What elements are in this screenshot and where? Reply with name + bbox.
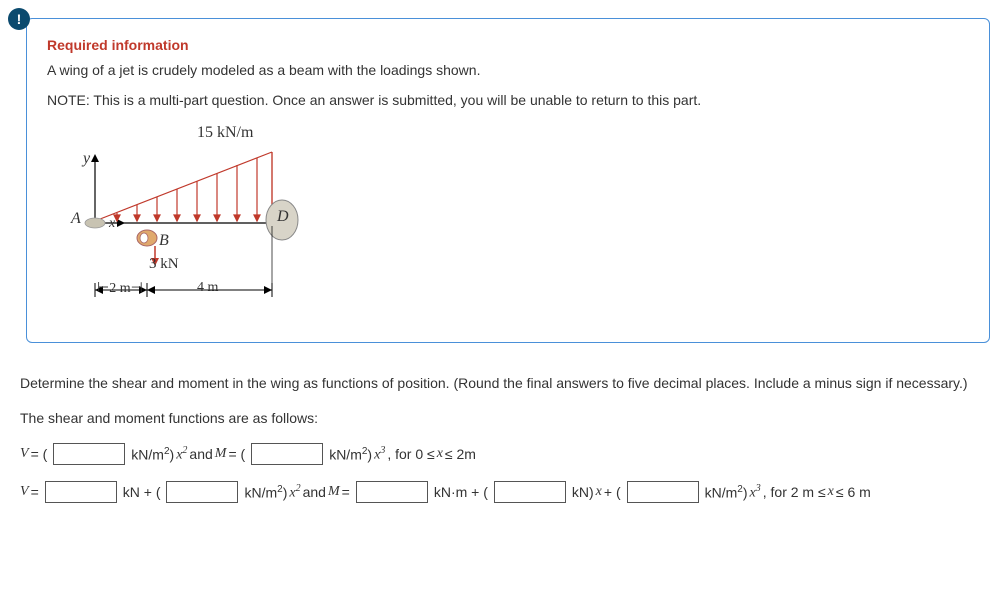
question-prompt: Determine the shear and moment in the wi… bbox=[20, 373, 988, 394]
equation-row-1: V = ( kN/m2) x2 and M = ( kN/m2) x3 , fo… bbox=[20, 443, 988, 465]
point-a-label: A bbox=[71, 210, 81, 228]
text-eqopen2-1: = ( bbox=[228, 446, 245, 462]
dim1-value: 2 m bbox=[109, 281, 130, 296]
range-x-1: x bbox=[437, 446, 443, 462]
question-intro: The shear and moment functions are as fo… bbox=[20, 408, 988, 429]
range-1a: , for 0 ≤ bbox=[387, 446, 434, 462]
axis-x-label: x bbox=[109, 216, 115, 232]
range-2b: ≤ 6 m bbox=[836, 484, 871, 500]
load-label: 15 kN/m bbox=[197, 124, 253, 142]
range-2a: , for 2 m ≤ bbox=[763, 484, 826, 500]
input-m1-coef[interactable] bbox=[251, 443, 323, 465]
var-v-2: V bbox=[20, 484, 29, 500]
var-x3-1: x3 bbox=[374, 445, 385, 464]
unit-knm2-2b: kN/m2) bbox=[705, 484, 748, 501]
var-x-2: x bbox=[596, 484, 602, 500]
input-m2-lin[interactable] bbox=[494, 481, 566, 503]
text-knm-2: kN·m + ( bbox=[434, 484, 488, 500]
range-1b: ≤ 2m bbox=[445, 446, 476, 462]
beam-figure: 15 kN/m y A D B x 3 kN ⊢2 m⊣ 4 m bbox=[77, 128, 307, 318]
force-label: 3 kN bbox=[149, 256, 179, 273]
var-x2-2: x2 bbox=[289, 483, 300, 502]
range-x-2: x bbox=[828, 484, 834, 500]
point-d-label: D bbox=[277, 208, 289, 226]
var-x2-1: x2 bbox=[176, 445, 187, 464]
input-v1-coef[interactable] bbox=[53, 443, 125, 465]
required-text-2: NOTE: This is a multi-part question. Onc… bbox=[47, 91, 969, 111]
text-and-1: and bbox=[189, 446, 212, 462]
required-info-card: Required information A wing of a jet is … bbox=[26, 18, 990, 343]
unit-knm2-1b: kN/m2) bbox=[329, 446, 372, 463]
required-title: Required information bbox=[47, 37, 969, 53]
alert-icon: ! bbox=[8, 8, 30, 30]
var-v-1: V bbox=[20, 446, 29, 462]
point-b-label: B bbox=[159, 232, 169, 250]
dimension-1: ⊢2 m⊣ bbox=[97, 280, 143, 297]
text-eq2-2: = bbox=[342, 484, 350, 500]
input-v2-coef[interactable] bbox=[166, 481, 238, 503]
text-eq-2: = bbox=[31, 484, 39, 500]
var-m-1: M bbox=[215, 446, 227, 462]
text-eqopen-1: = ( bbox=[31, 446, 48, 462]
unit-knm2-2a: kN/m2) bbox=[244, 484, 287, 501]
input-v2-const[interactable] bbox=[45, 481, 117, 503]
input-m2-cubic[interactable] bbox=[627, 481, 699, 503]
figure-container: 15 kN/m y A D B x 3 kN ⊢2 m⊣ 4 m bbox=[77, 128, 337, 318]
required-text-1: A wing of a jet is crudely modeled as a … bbox=[47, 61, 969, 81]
text-knx-2: kN) bbox=[572, 484, 594, 500]
text-and-2: and bbox=[303, 484, 326, 500]
unit-knm2-1a: kN/m2) bbox=[131, 446, 174, 463]
var-m-2: M bbox=[328, 484, 340, 500]
axis-y-label: y bbox=[83, 150, 90, 168]
text-kn-2: kN + ( bbox=[123, 484, 161, 500]
question-body: Determine the shear and moment in the wi… bbox=[8, 373, 1000, 503]
equation-row-2: V = kN + ( kN/m2) x2 and M = kN·m + ( kN… bbox=[20, 481, 988, 503]
text-plus-2: + ( bbox=[604, 484, 621, 500]
input-m2-const[interactable] bbox=[356, 481, 428, 503]
var-x3-2: x3 bbox=[750, 483, 761, 502]
dimension-2: 4 m bbox=[197, 280, 218, 296]
